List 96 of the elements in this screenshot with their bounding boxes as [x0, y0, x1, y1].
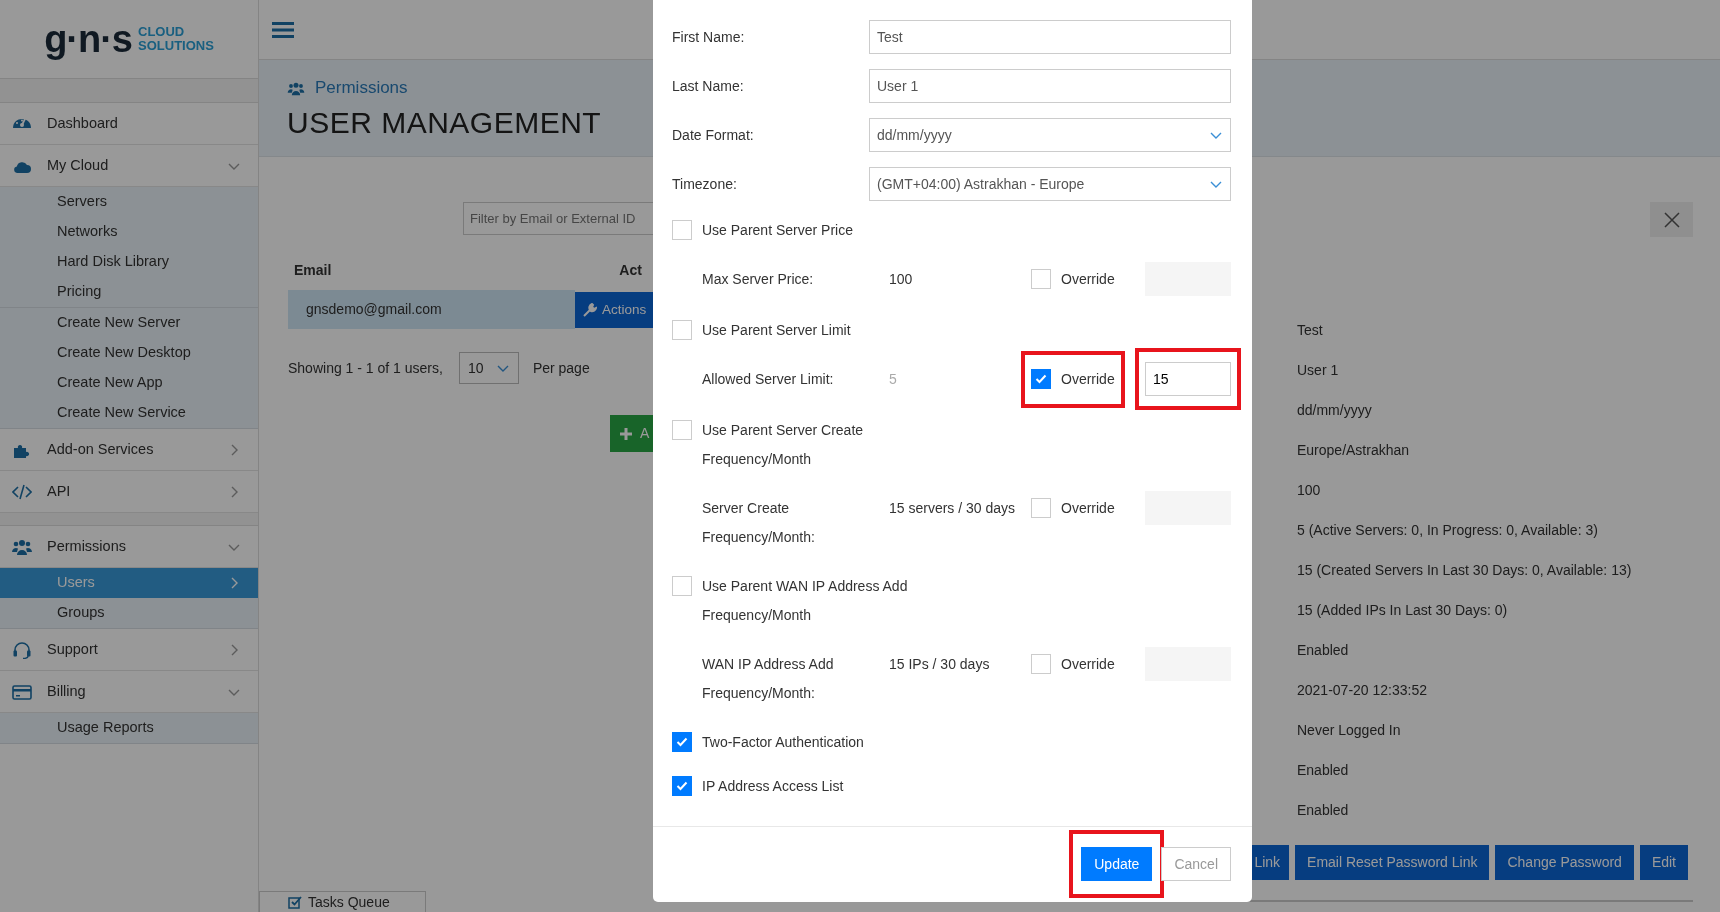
check-icon — [1035, 374, 1047, 384]
logo-wordmark: g·n·s — [44, 20, 132, 58]
field-label: Last Name: — [672, 76, 745, 96]
logo-tagline: SOLUTIONS — [138, 39, 214, 53]
detail-value: 2021-07-20 12:33:52 — [1297, 681, 1428, 700]
checkbox[interactable] — [1031, 269, 1051, 289]
checkbox-icon — [288, 895, 302, 909]
update-button[interactable]: Update — [1081, 847, 1153, 881]
sidebar-subitem[interactable]: Create New Service — [0, 398, 258, 428]
credit-card-icon — [12, 682, 32, 701]
menu-icon[interactable] — [272, 21, 294, 38]
logo-tagline: CLOUD — [138, 25, 186, 39]
per-page-label: Per page — [532, 358, 590, 378]
page-title: USER MANAGEMENT — [287, 105, 602, 141]
checkbox-label: Override — [1061, 270, 1115, 289]
checkbox[interactable] — [672, 220, 692, 240]
column-header: Email — [294, 260, 332, 280]
check-icon — [676, 781, 688, 791]
sidebar-subitem[interactable]: Create New Desktop — [0, 338, 258, 368]
field-label: First Name: — [672, 27, 746, 47]
sidebar-subitem[interactable]: Pricing — [0, 277, 258, 307]
checkbox-label: IP Address Access List — [702, 777, 844, 796]
field-label: Max Server Price: — [702, 270, 815, 289]
field-label: Server Create Frequency/Month: — [702, 499, 816, 547]
checkbox[interactable] — [672, 576, 692, 596]
checkbox-label: Use Parent WAN IP Address Add Frequency/Month — [702, 577, 908, 625]
checkbox[interactable] — [672, 776, 692, 796]
sidebar-subitem[interactable]: Servers — [0, 187, 258, 217]
gauge-icon — [12, 118, 32, 129]
detail-value: Enabled — [1297, 641, 1350, 660]
limit-value: 15 IPs / 30 days — [889, 655, 991, 674]
sidebar-subitem[interactable]: Create New Server — [0, 308, 258, 338]
checkbox[interactable] — [672, 420, 692, 440]
detail-value: 100 — [1297, 481, 1322, 500]
plus-icon — [620, 427, 632, 440]
detail-value: 15 (Added IPs In Last 30 Days: 0) — [1297, 601, 1509, 620]
detail-value: Test — [1297, 321, 1324, 340]
close-button[interactable] — [1650, 202, 1693, 237]
checkbox-label: Use Parent Server Create Frequency/Month — [702, 421, 864, 469]
sidebar-subitem[interactable]: Create New App — [0, 368, 258, 398]
checkbox-label: Override — [1061, 499, 1115, 518]
field-label: WAN IP Address Add Frequency/Month: — [702, 655, 835, 703]
text-field[interactable]: User 1 — [869, 69, 1231, 103]
action-button[interactable]: Link — [1252, 845, 1290, 880]
wrench-icon — [583, 303, 597, 317]
field-label: Date Format: — [672, 125, 755, 145]
close-icon — [1663, 211, 1680, 228]
detail-value: dd/mm/yyyy — [1297, 401, 1373, 420]
check-icon — [676, 737, 688, 747]
actions-button[interactable]: Actions — [575, 292, 655, 328]
checkbox[interactable] — [1031, 369, 1051, 389]
dropdown[interactable]: (GMT+04:00) Astrakhan - Europe — [869, 167, 1231, 201]
column-header: Act — [619, 260, 642, 280]
checkbox-label: Use Parent Server Limit — [702, 321, 851, 340]
action-button[interactable]: Email Reset Password Link — [1295, 845, 1490, 880]
table-cell: gnsdemo@gmail.com — [288, 290, 575, 329]
sidebar-subitem[interactable]: Networks — [0, 217, 258, 247]
people-icon — [12, 537, 32, 556]
limit-value: 100 — [889, 270, 914, 289]
checkbox[interactable] — [1031, 498, 1051, 518]
detail-value: 15 (Created Servers In Last 30 Days: 0, Available: 13) — [1297, 561, 1633, 580]
checkbox-label: Override — [1061, 370, 1115, 389]
limit-value: 5 — [889, 370, 898, 389]
detail-value: User 1 — [1297, 361, 1340, 380]
sidebar-subitem[interactable]: Groups — [0, 598, 258, 628]
field-label: Allowed Server Limit: — [702, 370, 835, 389]
checkbox[interactable] — [1031, 654, 1051, 674]
action-button[interactable]: Edit — [1639, 845, 1688, 880]
detail-value: 5 (Active Servers: 0, In Progress: 0, Available: 3) — [1297, 521, 1599, 540]
breadcrumb[interactable]: Permissions — [315, 78, 408, 98]
field-label: Timezone: — [672, 174, 738, 194]
dropdown[interactable]: dd/mm/yyyy — [869, 118, 1231, 152]
cancel-button[interactable]: Cancel — [1161, 847, 1231, 881]
sidebar-item[interactable]: Add-on Services — [0, 429, 258, 471]
checkbox[interactable] — [672, 320, 692, 340]
sidebar-item[interactable]: Support — [0, 629, 258, 671]
detail-value: Enabled — [1297, 761, 1350, 780]
action-button[interactable]: Change Password — [1495, 845, 1634, 880]
headset-icon — [12, 640, 32, 659]
people-icon — [287, 80, 305, 96]
sidebar-item[interactable]: Dashboard — [0, 103, 258, 145]
detail-value: Europe/Astrakhan — [1297, 441, 1411, 460]
per-page-select[interactable]: 10 — [458, 352, 519, 384]
checkbox[interactable] — [672, 732, 692, 752]
checkbox-label: Two-Factor Authentication — [702, 733, 864, 752]
text-field[interactable]: Test — [869, 20, 1231, 54]
pagination-summary: Showing 1 - 1 of 1 users, — [288, 358, 443, 378]
code-icon — [12, 482, 32, 501]
detail-value: Never Logged In — [1297, 721, 1402, 740]
detail-value: Enabled — [1297, 801, 1350, 820]
limit-value: 15 servers / 30 days — [889, 499, 1017, 518]
sidebar-subitem[interactable]: Usage Reports — [0, 713, 258, 743]
checkbox-label: Override — [1061, 655, 1115, 674]
tasks-tab[interactable]: Tasks Queue — [259, 891, 426, 912]
sidebar-subitem[interactable]: Hard Disk Library — [0, 247, 258, 277]
override-field[interactable]: 15 — [1145, 362, 1231, 396]
